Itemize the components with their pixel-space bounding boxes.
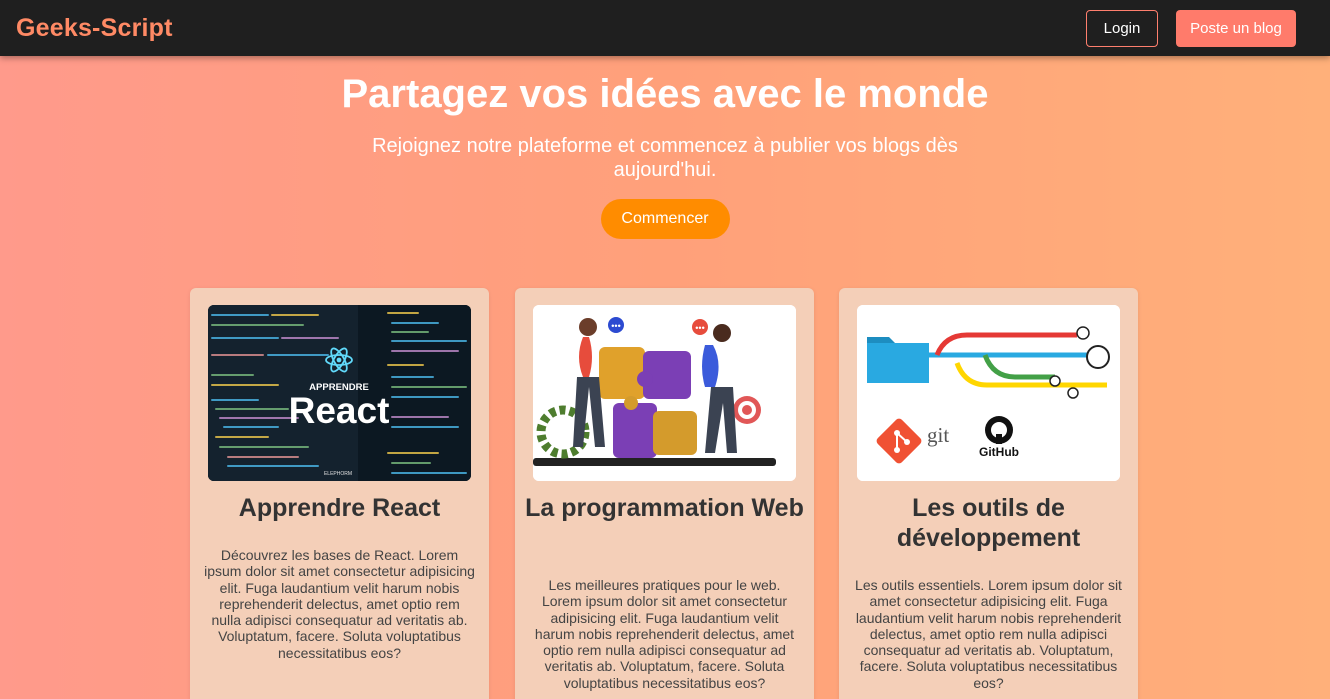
navbar: Geeks-Script Login Poste un blog [0, 0, 1330, 56]
puzzle-teamwork-illustration: ••• ••• [533, 305, 796, 481]
card-description: Les meilleures pratiques pour le web. Lo… [534, 577, 795, 691]
site-logo[interactable]: Geeks-Script [16, 14, 173, 43]
card-description: Les outils essentiels. Lorem ipsum dolor… [855, 577, 1122, 691]
react-code-illustration: APPRENDRE React ELEPHORM [208, 305, 471, 481]
login-button[interactable]: Login [1086, 9, 1158, 47]
git-branch-diagram-icon: git GitHub [857, 305, 1120, 481]
github-logo-icon [985, 416, 1013, 444]
react-course-image: APPRENDRE React ELEPHORM [208, 305, 471, 481]
post-blog-button[interactable]: Poste un blog [1176, 9, 1296, 47]
card-title[interactable]: Apprendre React [200, 493, 479, 523]
card-description: Découvrez les bases de React. Lorem ipsu… [204, 547, 475, 661]
nav-actions: Login Poste un blog [1086, 9, 1296, 47]
svg-text:GitHub: GitHub [979, 445, 1019, 459]
blog-card-web[interactable]: ••• ••• La programmation Web Les meilleu… [515, 288, 814, 699]
svg-text:git: git [927, 423, 949, 447]
dev-tools-image: git GitHub [857, 305, 1120, 481]
hero-section: Partagez vos idées avec le monde Rejoign… [0, 56, 1330, 239]
svg-text:React: React [289, 390, 390, 431]
web-programming-image: ••• ••• [533, 305, 796, 481]
svg-text:•••: ••• [695, 323, 704, 333]
card-title[interactable]: Les outils de développement [849, 493, 1128, 553]
hero-title: Partagez vos idées avec le monde [341, 72, 989, 116]
blog-card-tools[interactable]: git GitHub Les outils de développement L… [839, 288, 1138, 699]
svg-text:•••: ••• [611, 321, 620, 331]
blog-card-react[interactable]: APPRENDRE React ELEPHORM Apprendre React… [190, 288, 489, 699]
card-title[interactable]: La programmation Web [525, 493, 804, 523]
start-button[interactable]: Commencer [600, 199, 730, 239]
hero-subtitle: Rejoignez notre plateforme et commencez … [372, 135, 958, 181]
blog-cards: APPRENDRE React ELEPHORM Apprendre React… [190, 288, 1140, 699]
svg-text:ELEPHORM: ELEPHORM [324, 471, 352, 477]
